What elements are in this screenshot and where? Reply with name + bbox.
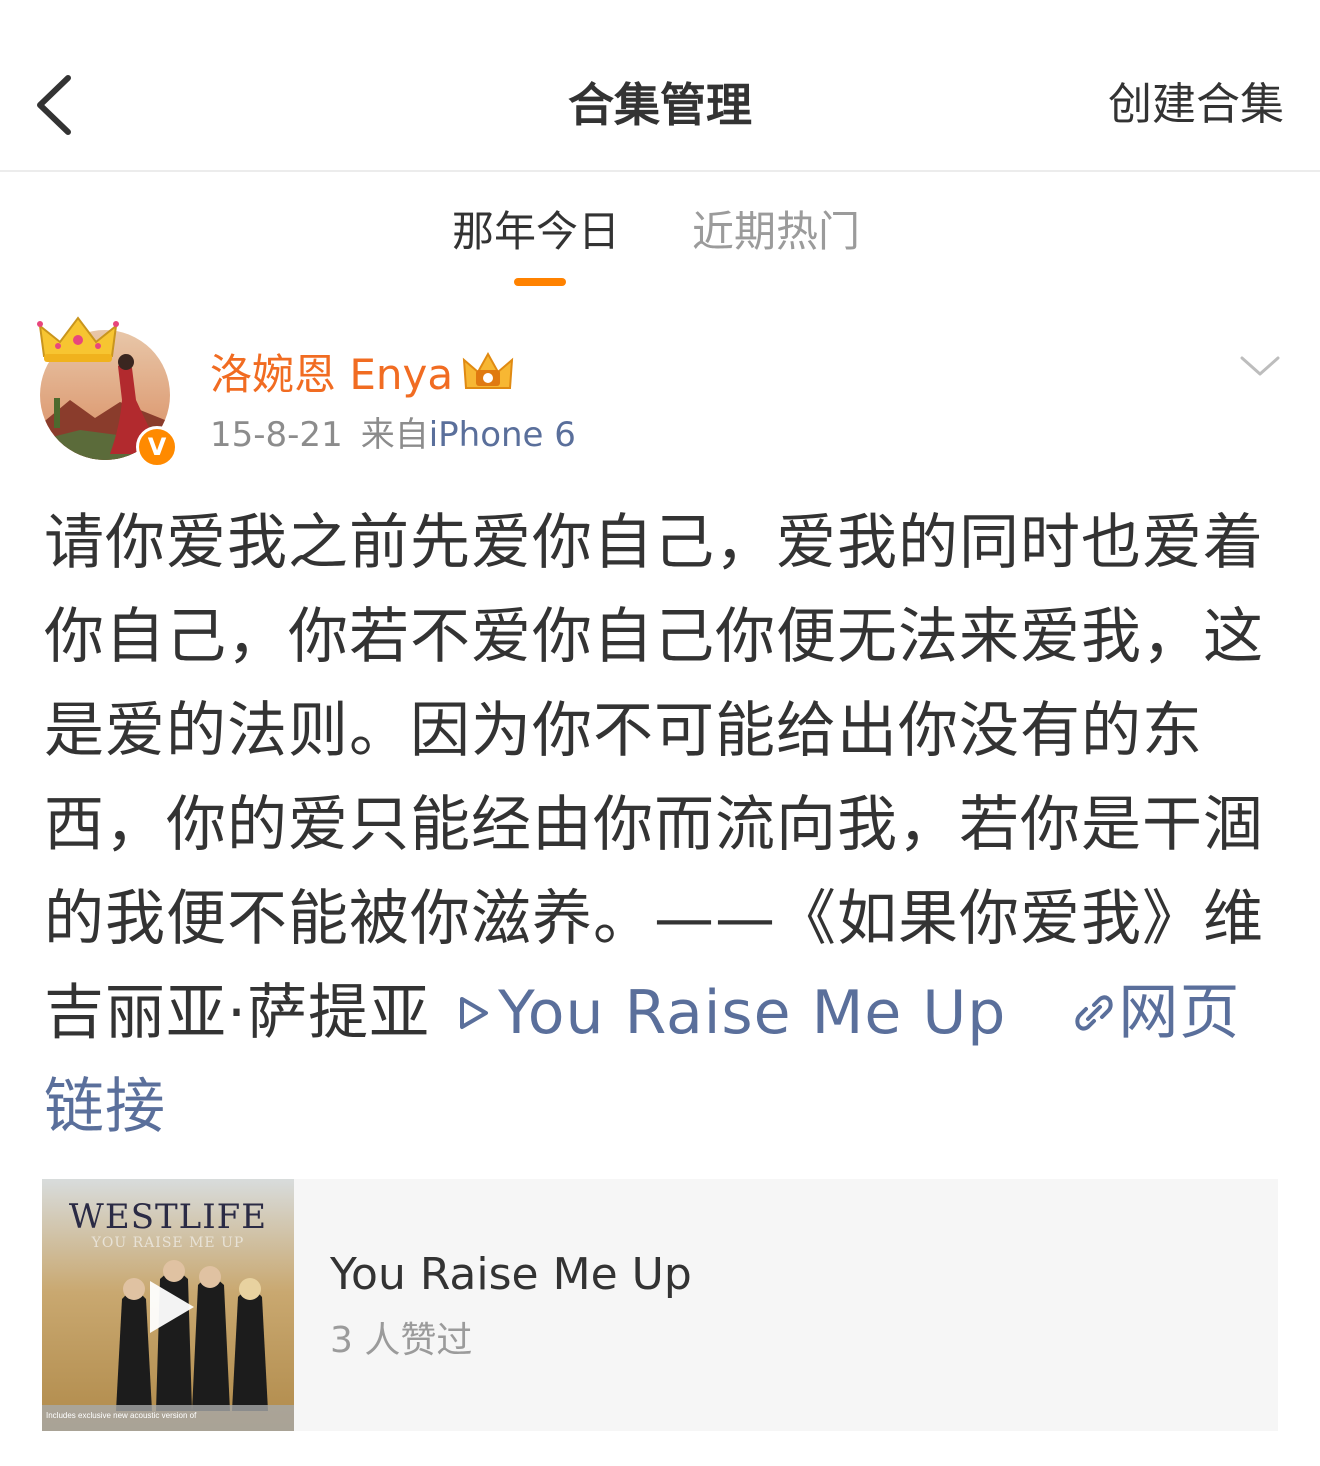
navigation-bar: 合集管理 创建合集 (0, 0, 1320, 172)
chevron-down-icon[interactable] (1236, 346, 1284, 386)
like-count: 3 人赞过 (330, 1320, 473, 1361)
album-note: Includes exclusive new acoustic version … (46, 1411, 197, 1420)
music-link[interactable]: You Raise Me Up (498, 978, 1006, 1048)
play-icon (460, 997, 489, 1029)
active-tab-indicator (514, 278, 566, 286)
tab-recent-hot[interactable]: 近期热门 (692, 202, 860, 262)
vip-crown-icon (462, 351, 514, 389)
link-icon (1075, 995, 1114, 1031)
tab-on-this-day[interactable]: 那年今日 (452, 202, 620, 262)
crown-icon (37, 316, 119, 362)
navbar-divider (0, 170, 1320, 172)
album-subtitle: YOU RAISE ME UP (91, 1235, 245, 1251)
album-title: WESTLIFE (68, 1197, 268, 1237)
tab-bar: 那年今日 近期热门 (0, 190, 1320, 300)
album-cover: WESTLIFE YOU RAISE ME UP Includes exclus… (42, 1179, 294, 1431)
post-date: 15-8-21 (210, 415, 343, 455)
avatar-container: V (37, 316, 178, 468)
create-collection-button[interactable]: 创建合集 (1108, 70, 1284, 140)
post-source-label: 来自 (360, 415, 429, 455)
username[interactable]: 洛婉恩 Enya (210, 346, 453, 404)
post-source-device[interactable]: iPhone 6 (429, 415, 576, 455)
play-icon[interactable] (142, 1277, 198, 1337)
post-meta: 15-8-21 来自iPhone 6 (210, 412, 576, 458)
post-text-content: 请你爱我之前先爱你自己，爱我的同时也爱着你自己，你若不爱你自己你便无法来爱我，这… (44, 508, 1264, 1048)
post-text: 请你爱我之前先爱你自己，爱我的同时也爱着你自己，你若不爱你自己你便无法来爱我，这… (44, 496, 1294, 1154)
verified-badge-icon: V (136, 426, 178, 468)
music-card[interactable]: WESTLIFE YOU RAISE ME UP Includes exclus… (42, 1179, 1278, 1431)
song-title: You Raise Me Up (330, 1249, 692, 1300)
